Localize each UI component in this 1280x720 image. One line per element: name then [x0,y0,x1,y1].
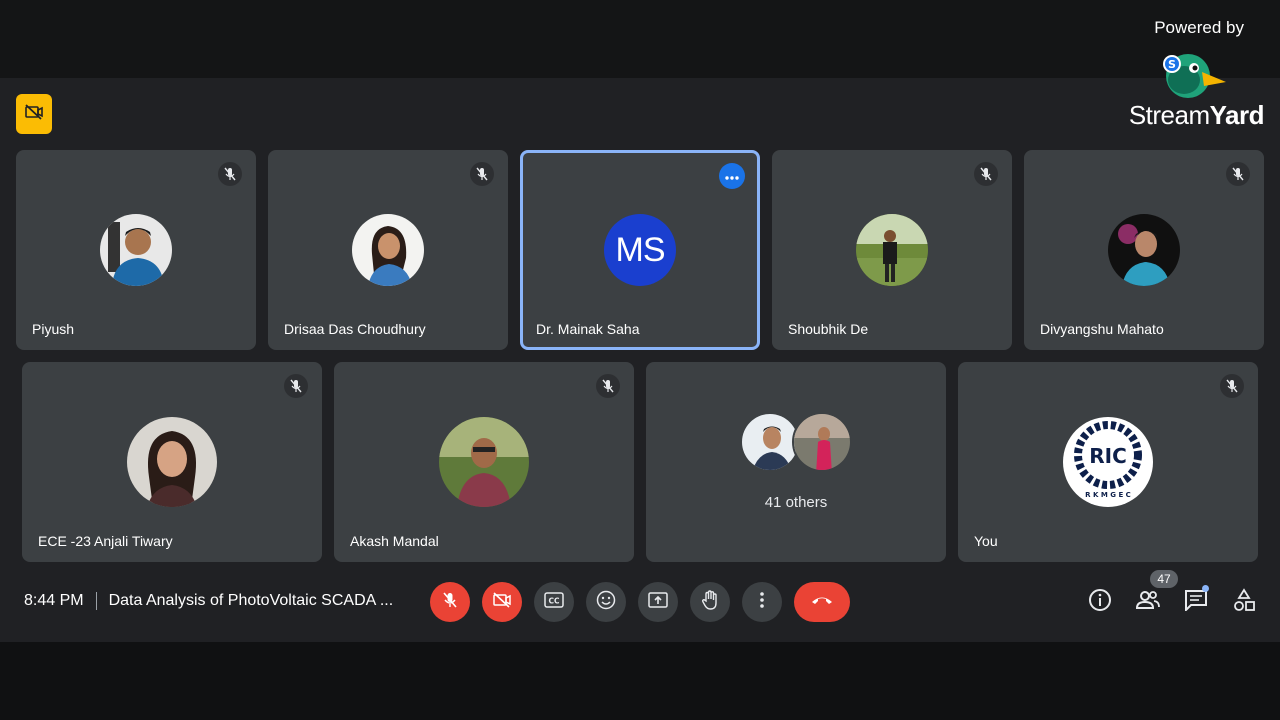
streamyard-logo: StreamYard [1128,100,1265,130]
more-options-button[interactable] [719,163,745,189]
participant-name: Piyush [32,321,75,337]
more-vert-icon [760,591,764,613]
streamyard-branding: Powered by S StreamYard [1114,18,1265,130]
participant-tile-active-speaker[interactable]: MS Dr. Mainak Saha [520,150,760,350]
avatar [352,214,424,286]
hang-up-icon [810,593,834,611]
mic-off-icon [1220,374,1244,398]
svg-text:CC: CC [548,596,560,605]
participant-name: ECE -23 Anjali Tiwary [38,533,173,549]
present-icon [648,591,668,614]
avatar [127,417,217,507]
mic-off-icon [1226,162,1250,186]
emoji-icon [596,590,616,615]
camera-off-icon [24,103,44,126]
avatar [100,214,172,286]
more-options-icon [725,167,739,185]
mic-off-icon [470,162,494,186]
svg-text:R K M G E C: R K M G E C [1085,491,1131,499]
avatar [740,412,800,472]
meeting-control-bar: 8:44 PM Data Analysis of PhotoVoltaic SC… [0,578,1280,626]
camera-off-indicator[interactable] [16,94,52,134]
raise-hand-button[interactable] [690,582,730,622]
svg-text:S: S [1168,58,1176,71]
raise-hand-icon [701,589,719,615]
captions-icon: CC [544,591,564,613]
participant-name: Dr. Mainak Saha [536,321,640,337]
more-options-button[interactable] [742,582,782,622]
camera-off-icon [492,591,512,614]
avatar [439,417,529,507]
participant-tile[interactable]: Drisaa Das Choudhury [268,150,508,350]
avatar [1108,214,1180,286]
top-bar [0,0,1280,78]
powered-by-label: Powered by [1154,18,1244,37]
meeting-details-button[interactable] [1086,588,1114,616]
others-tile[interactable]: 41 others [646,362,946,562]
people-button[interactable] [1134,588,1162,616]
microphone-toggle-button[interactable] [430,582,470,622]
participant-count-badge: 47 [1150,570,1178,588]
participant-tile[interactable]: ECE -23 Anjali Tiwary [22,362,322,562]
participant-name: You [974,533,998,549]
participant-name: Akash Mandal [350,533,439,549]
meeting-info: 8:44 PM Data Analysis of PhotoVoltaic SC… [24,592,393,610]
participant-tile[interactable]: Piyush [16,150,256,350]
meeting-title: Data Analysis of PhotoVoltaic SCADA ... [108,592,394,609]
participant-name: Drisaa Das Choudhury [284,321,426,337]
college-logo-avatar: RIC R K M G E C [1063,417,1153,507]
mic-off-icon [441,591,459,614]
mic-off-icon [974,162,998,186]
activities-icon [1232,587,1256,617]
streamyard-mascot-icon: S [1158,46,1228,102]
bottom-letterbox [0,642,1280,720]
participant-name: Shoubhik De [788,321,869,337]
mic-off-icon [284,374,308,398]
participant-name: Divyangshu Mahato [1040,321,1164,337]
participant-tile[interactable]: Akash Mandal [334,362,634,562]
activities-button[interactable] [1230,587,1258,617]
avatar-initials: MS [604,214,676,286]
camera-toggle-button[interactable] [482,582,522,622]
present-screen-button[interactable] [638,582,678,622]
reactions-button[interactable] [586,582,626,622]
avatar [792,412,852,472]
mic-off-icon [596,374,620,398]
leave-call-button[interactable] [794,582,850,622]
avatar [856,214,928,286]
svg-text:RIC: RIC [1089,444,1127,468]
captions-button[interactable]: CC [534,582,574,622]
chat-button[interactable] [1182,588,1210,616]
info-icon [1088,588,1112,617]
others-count-label: 41 others [764,494,828,511]
participant-tile[interactable]: Shoubhik De [772,150,1012,350]
chat-notification-dot [1202,585,1209,592]
mic-off-icon [218,162,242,186]
divider [95,592,97,610]
participant-tile-self[interactable]: RIC R K M G E C You [958,362,1258,562]
participant-tile[interactable]: Divyangshu Mahato [1024,150,1264,350]
clock-time: 8:44 PM [24,592,84,609]
people-icon [1135,589,1161,616]
chat-icon [1184,589,1208,616]
